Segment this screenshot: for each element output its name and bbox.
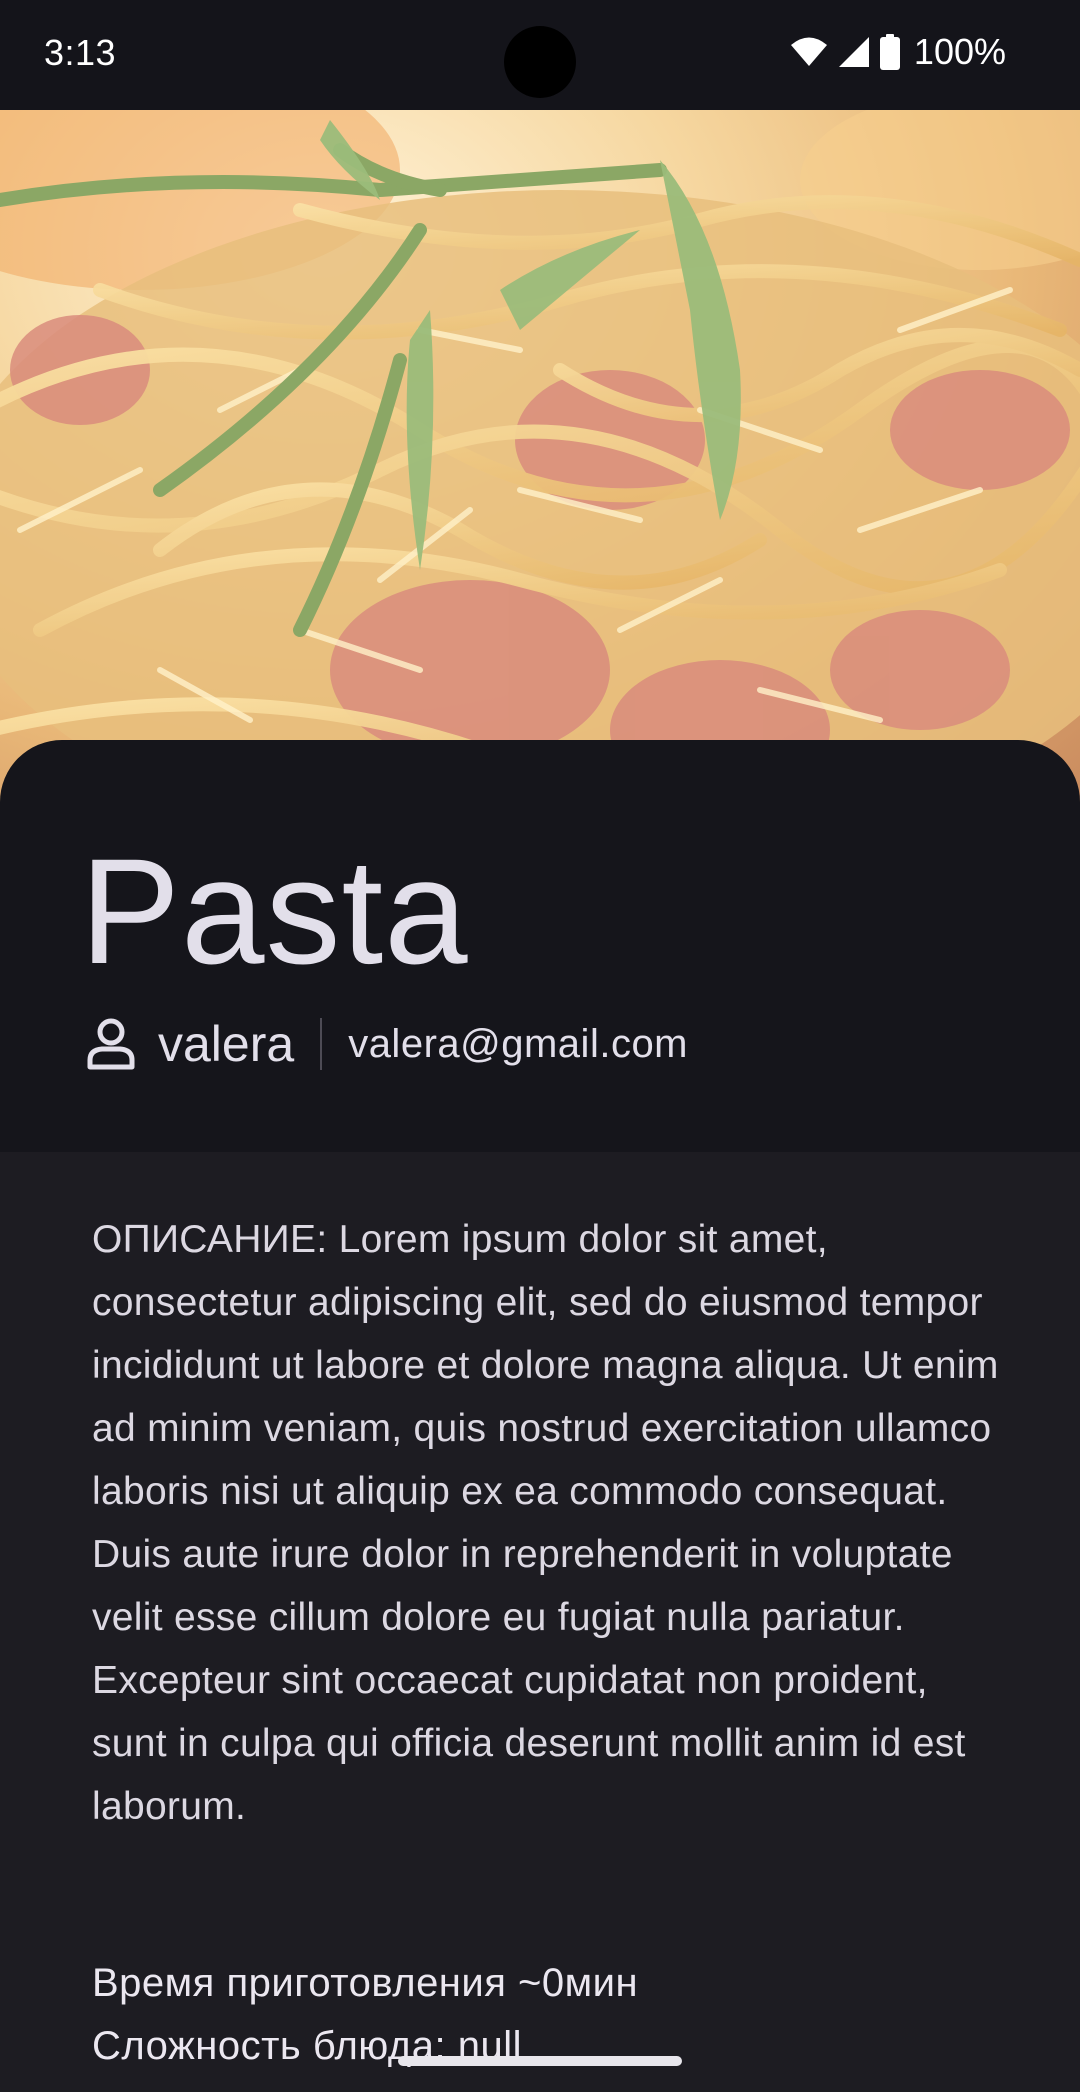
recipe-detail-screen: 3:13 100% Pasta valera valera@gmail.com … [0, 0, 1080, 2092]
camera-cutout [504, 26, 576, 98]
author-row: valera valera@gmail.com [86, 1012, 688, 1076]
gesture-nav-handle[interactable] [398, 2056, 682, 2066]
cooking-time: Время приготовления ~0мин [92, 1961, 639, 2005]
recipe-content: ОПИСАНИЕ: Lorem ipsum dolor sit amet, co… [0, 1152, 1080, 2092]
recipe-description: ОПИСАНИЕ: Lorem ipsum dolor sit amet, co… [92, 1218, 999, 1828]
wifi-icon [790, 37, 827, 66]
status-time: 3:13 [44, 32, 117, 73]
recipe-header: Pasta valera valera@gmail.com [0, 740, 1080, 1152]
difficulty: Сложность блюда: null [92, 2024, 522, 2068]
user-icon [87, 1018, 135, 1070]
author-email: valera@gmail.com [348, 1021, 689, 1066]
pasta-illustration [0, 110, 1080, 810]
author-divider [320, 1018, 323, 1070]
recipe-title: Pasta [80, 827, 469, 995]
battery-icon [879, 34, 900, 70]
status-bar: 3:13 100% [0, 0, 1080, 110]
author-name: valera [158, 1016, 295, 1072]
recipe-hero-image [0, 110, 1080, 810]
cell-signal-icon [838, 37, 869, 67]
battery-percent: 100% [913, 31, 1006, 72]
status-icons: 100% [790, 30, 1006, 74]
